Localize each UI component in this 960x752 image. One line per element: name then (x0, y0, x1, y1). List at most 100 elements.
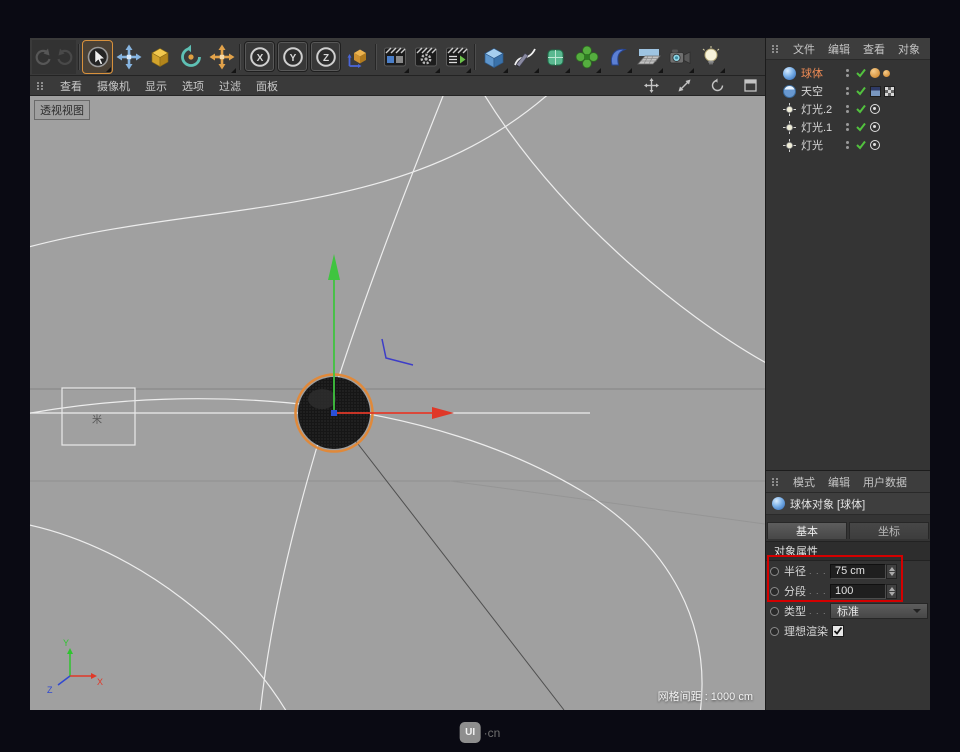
visibility-dots-icon[interactable] (846, 123, 849, 131)
add-camera-button[interactable] (664, 40, 695, 74)
render-settings-button[interactable] (410, 40, 441, 74)
last-used-tool-button[interactable] (206, 40, 237, 74)
scale-tool-button[interactable] (144, 40, 175, 74)
enabled-check-icon[interactable] (856, 104, 866, 117)
menu-panel[interactable]: 面板 (256, 78, 278, 94)
tag-area[interactable] (870, 122, 880, 132)
type-dropdown[interactable]: 标准 (830, 603, 928, 619)
texture-tag-icon[interactable] (870, 86, 881, 97)
dropdown-corner-icon (565, 68, 570, 73)
ideal-render-checkbox[interactable] (832, 625, 844, 637)
anim-dot-icon[interactable] (770, 607, 779, 616)
undo-button[interactable] (32, 40, 54, 74)
compositing-tag-icon[interactable] (884, 86, 895, 97)
light-object-icon (783, 121, 796, 134)
sky-object-icon (783, 85, 796, 98)
panel-grip-icon[interactable] (772, 45, 779, 53)
am-menu-edit[interactable]: 编辑 (828, 474, 850, 490)
rotate-tool-button[interactable] (175, 40, 206, 74)
tab-coordinates[interactable]: 坐标 (849, 522, 929, 539)
tag-area[interactable] (870, 140, 880, 150)
add-environment-button[interactable] (633, 40, 664, 74)
dropdown-corner-icon (404, 68, 409, 73)
visibility-dots-icon[interactable] (846, 87, 849, 95)
object-row-sky[interactable]: 天空 (766, 82, 930, 100)
move-tool-button[interactable] (113, 40, 144, 74)
target-tag-icon[interactable] (870, 122, 880, 132)
gizmo-y-label: Y (63, 638, 69, 648)
visibility-dots-icon[interactable] (846, 141, 849, 149)
segments-spinner[interactable] (886, 584, 897, 599)
add-array-button[interactable] (571, 40, 602, 74)
menu-view[interactable]: 查看 (60, 78, 82, 94)
pan-view-icon[interactable] (643, 78, 659, 94)
object-name[interactable]: 灯光 (801, 137, 823, 153)
add-deformer-button[interactable] (602, 40, 633, 74)
om-menu-view[interactable]: 查看 (863, 41, 885, 57)
add-light-button[interactable] (695, 40, 726, 74)
panel-grip-icon[interactable] (37, 82, 44, 90)
tab-basic[interactable]: 基本 (767, 522, 847, 539)
om-menu-file[interactable]: 文件 (793, 41, 815, 57)
undo-icon (33, 47, 53, 67)
object-name[interactable]: 天空 (801, 83, 823, 99)
om-menu-object[interactable]: 对象 (898, 41, 920, 57)
tag-area[interactable] (870, 104, 880, 114)
object-name[interactable]: 灯光.1 (801, 119, 832, 135)
viewport-canvas[interactable]: 米 (30, 96, 765, 710)
render-view-button[interactable] (379, 40, 410, 74)
attribute-manager: 模式 编辑 用户数据 球体对象 [球体] 基本 坐标 对象属性 半径 . . .… (765, 470, 930, 710)
segments-input[interactable]: 100 (830, 584, 886, 599)
visibility-dots-icon[interactable] (846, 69, 849, 77)
sphere-object-icon (783, 67, 796, 80)
add-generator-button[interactable] (540, 40, 571, 74)
target-tag-icon[interactable] (870, 104, 880, 114)
lock-z-axis-button[interactable]: Z (310, 41, 341, 72)
perspective-viewport[interactable]: 米 (30, 96, 765, 710)
live-selection-button[interactable] (82, 40, 113, 74)
radius-input[interactable]: 75 cm (830, 564, 886, 579)
object-row-sphere[interactable]: 球体 (766, 64, 930, 82)
tag-dot-icon[interactable] (883, 70, 890, 77)
target-tag-icon[interactable] (870, 140, 880, 150)
object-row-light[interactable]: 灯光 (766, 136, 930, 154)
enabled-check-icon[interactable] (856, 68, 866, 81)
phong-tag-icon[interactable] (870, 68, 880, 78)
object-row-light2[interactable]: 灯光.2 (766, 100, 930, 118)
render-queue-button[interactable] (441, 40, 472, 74)
menu-filter[interactable]: 过滤 (219, 78, 241, 94)
enabled-check-icon[interactable] (856, 140, 866, 153)
toggle-view-icon[interactable] (742, 78, 758, 94)
object-name[interactable]: 球体 (801, 65, 823, 81)
lock-y-axis-button[interactable]: Y (277, 41, 308, 72)
z-axis-handle[interactable] (331, 410, 337, 416)
rotate-view-icon[interactable] (709, 78, 725, 94)
spline-curves[interactable] (30, 96, 765, 710)
add-spline-button[interactable] (509, 40, 540, 74)
object-row-light1[interactable]: 灯光.1 (766, 118, 930, 136)
tag-area[interactable] (870, 86, 895, 97)
om-menu-edit[interactable]: 编辑 (828, 41, 850, 57)
menu-options[interactable]: 选项 (182, 78, 204, 94)
tag-area[interactable] (870, 68, 890, 78)
anim-dot-icon[interactable] (770, 627, 779, 636)
menu-display[interactable]: 显示 (145, 78, 167, 94)
am-menu-mode[interactable]: 模式 (793, 474, 815, 490)
panel-grip-icon[interactable] (772, 478, 779, 486)
visibility-dots-icon[interactable] (846, 105, 849, 113)
coordinate-system-button[interactable] (342, 40, 373, 74)
object-name[interactable]: 灯光.2 (801, 101, 832, 117)
am-menu-userdata[interactable]: 用户数据 (863, 474, 907, 490)
anim-dot-icon[interactable] (770, 567, 779, 576)
lock-x-axis-button[interactable]: X (244, 41, 275, 72)
menu-camera[interactable]: 摄像机 (97, 78, 130, 94)
add-primitive-button[interactable] (478, 40, 509, 74)
light-object-icon (783, 139, 796, 152)
array-clover-icon (574, 44, 600, 70)
radius-spinner[interactable] (886, 564, 897, 579)
enabled-check-icon[interactable] (856, 122, 866, 135)
zoom-view-icon[interactable] (676, 78, 692, 94)
anim-dot-icon[interactable] (770, 587, 779, 596)
redo-button[interactable] (54, 40, 76, 74)
enabled-check-icon[interactable] (856, 86, 866, 99)
